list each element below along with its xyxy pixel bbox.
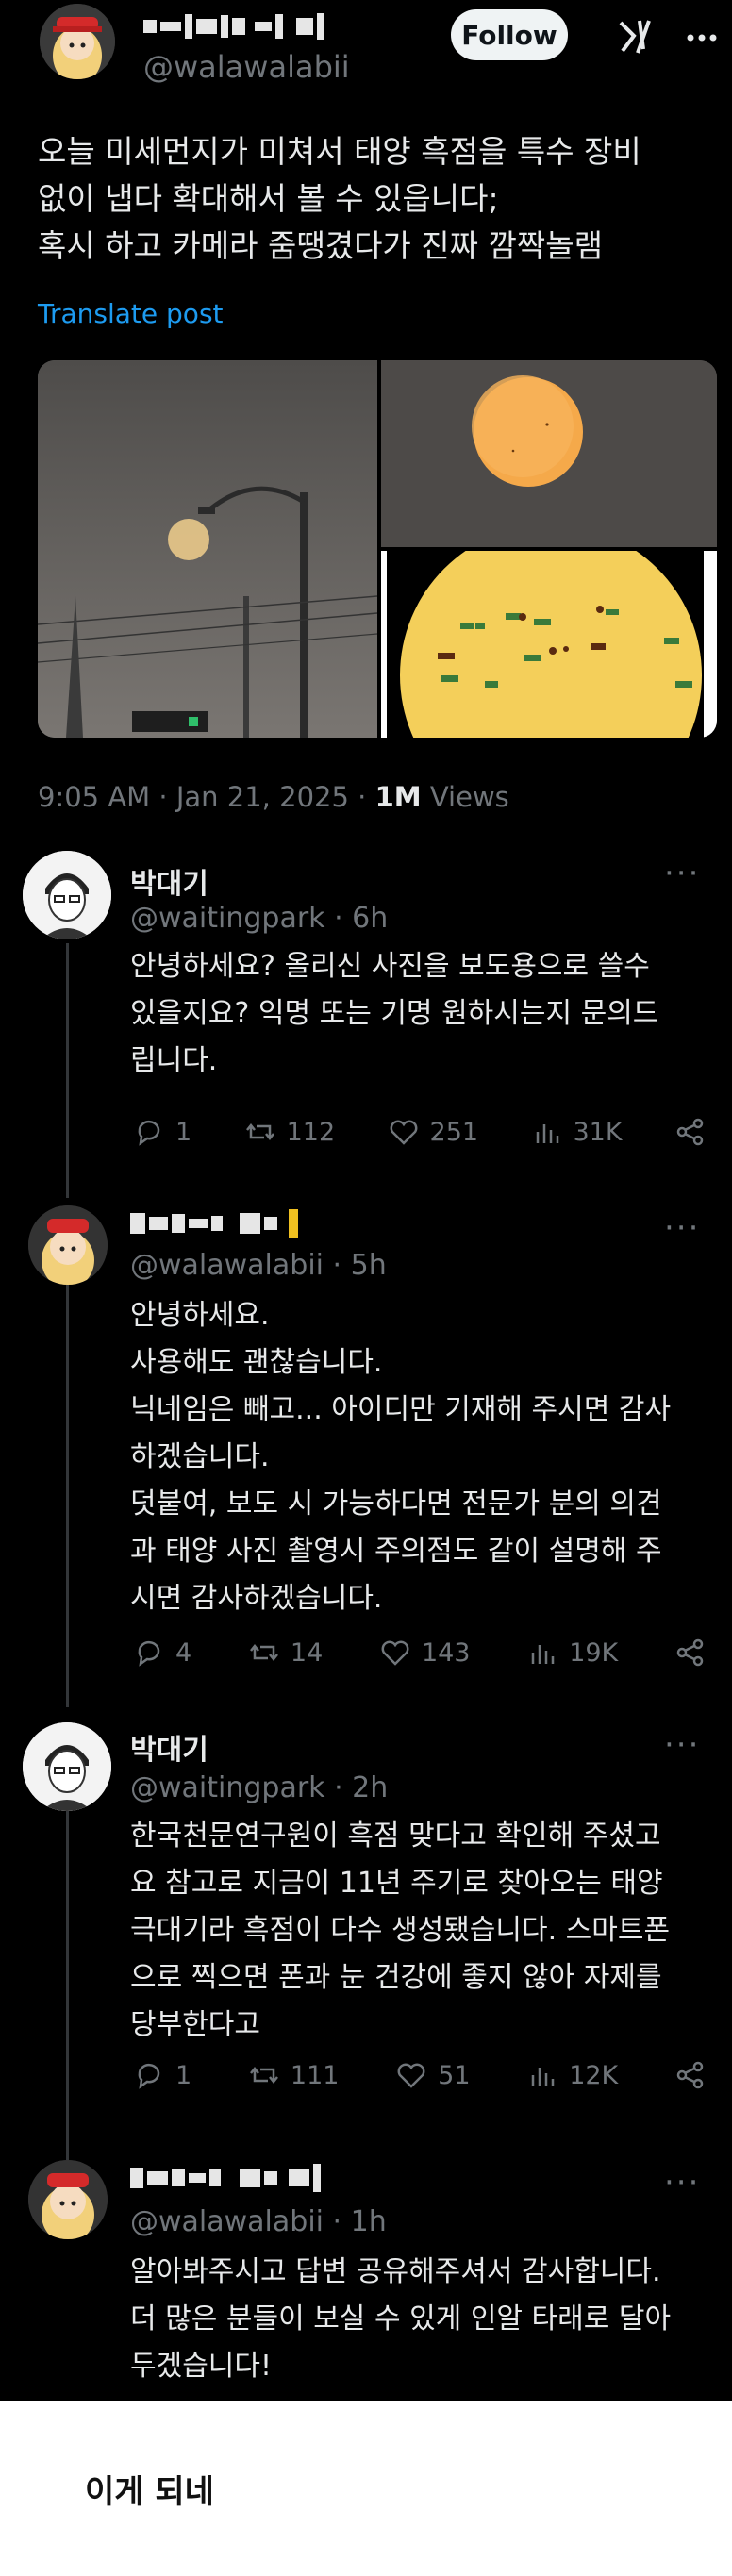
- analytics-icon: [531, 2068, 555, 2086]
- view-count: 19K: [569, 1637, 619, 1668]
- reply-age: 6h: [352, 902, 389, 935]
- reply-handle[interactable]: @waitingpark · 2h: [130, 1771, 388, 1804]
- reply-handle-text: @walawalabii: [130, 2205, 324, 2238]
- repost-icon: [245, 1122, 274, 1141]
- views-count: 1M: [374, 781, 422, 813]
- repost-button[interactable]: 111: [247, 2058, 340, 2092]
- reply-text: 안녕하세요? 올리신 사진을 보도용으로 쓸수 있을지요? 익명 또는 기명 원…: [130, 950, 659, 1077]
- reply-button[interactable]: 1: [132, 1115, 191, 1149]
- reply-icon: [138, 1120, 160, 1146]
- post-text: 오늘 미세먼지가 미쳐서 태양 흑점을 특수 장비 없이 냅다 확대해서 볼 수…: [38, 133, 641, 264]
- reply-text: 알아봐주시고 답변 공유해주셔서 감사합니다. 더 많은 분들이 보실 수 있게…: [130, 2255, 672, 2383]
- reply-more-icon[interactable]: ···: [664, 1209, 700, 1247]
- follow-button[interactable]: Follow: [451, 9, 568, 60]
- heart-icon: [397, 2063, 425, 2088]
- reply-more-icon[interactable]: ···: [664, 2164, 700, 2202]
- like-button[interactable]: 251: [387, 1115, 479, 1149]
- thread-line: [66, 1773, 69, 2160]
- reply-handle-text: @waitingpark: [130, 902, 325, 935]
- reply-handle[interactable]: @waitingpark · 6h: [130, 902, 388, 935]
- reply-actions: 1 112 251 31K: [132, 1113, 707, 1151]
- reply-handle-text: @waitingpark: [130, 1771, 325, 1804]
- photo-annotated-sunspots[interactable]: [381, 524, 717, 738]
- photo-grid: [38, 360, 717, 738]
- grok-icon[interactable]: [615, 15, 657, 57]
- share-button[interactable]: [674, 1636, 707, 1670]
- repost-icon: [249, 1643, 278, 1662]
- reply-actions: 4 14 143 19K: [132, 1634, 707, 1671]
- more-options-icon[interactable]: [683, 19, 721, 57]
- repost-button[interactable]: 112: [243, 1115, 336, 1149]
- translate-post-link[interactable]: Translate post: [38, 298, 224, 329]
- reply-handle-text: @walawalabii: [130, 1249, 324, 1282]
- analytics-icon: [536, 1124, 558, 1143]
- reply-icon: [138, 2063, 160, 2089]
- heart-icon: [390, 1120, 417, 1145]
- reply-actions: 1 111 51 12K: [132, 2056, 707, 2094]
- reply-handle[interactable]: @walawalabii · 1h: [130, 2205, 387, 2238]
- like-count: 143: [421, 1637, 471, 1668]
- views-button[interactable]: 12K: [525, 2058, 618, 2092]
- reply-author-name-blurred: [130, 2164, 321, 2192]
- reply-age: 1h: [350, 2205, 387, 2238]
- share-icon: [676, 2061, 704, 2089]
- reply-age: 2h: [352, 1771, 389, 1804]
- reply-avatar[interactable]: [23, 851, 111, 939]
- author-avatar[interactable]: [40, 4, 115, 79]
- reply-text: 한국천문연구원이 흑점 맞다고 확인해 주셨고 요 참고로 지금이 11년 주기…: [130, 1820, 671, 2041]
- analytics-icon: [531, 1645, 555, 1664]
- reply-button[interactable]: 1: [132, 2058, 191, 2092]
- reply-handle[interactable]: @walawalabii · 5h: [130, 1249, 387, 1282]
- views-button[interactable]: 31K: [530, 1115, 623, 1149]
- photo-hazy-street-sun[interactable]: [38, 360, 378, 738]
- view-count: 31K: [573, 1117, 623, 1147]
- photo-zoomed-sun[interactable]: [381, 360, 717, 547]
- reply-more-icon[interactable]: ···: [664, 855, 700, 892]
- repost-count: 111: [290, 2060, 340, 2090]
- thread-line: [66, 1264, 69, 1707]
- share-button[interactable]: [674, 1115, 707, 1149]
- reply-age: 5h: [350, 1249, 387, 1282]
- repost-count: 14: [290, 1637, 324, 1668]
- reply-more-icon[interactable]: ···: [664, 1726, 700, 1764]
- reply-author-name-blurred: [130, 1209, 298, 1238]
- reply-author-name[interactable]: 박대기: [130, 860, 208, 902]
- like-count: 51: [438, 2060, 471, 2090]
- post-caption: 이게 되네: [85, 2473, 214, 2511]
- reply-count: 1: [175, 2060, 192, 2090]
- like-button[interactable]: 143: [378, 1636, 471, 1670]
- reply-text: 안녕하세요. 사용해도 괜찮습니다. 닉네임은 빼고... 아이디만 기재해 주…: [130, 1299, 672, 1615]
- heart-icon: [381, 1640, 409, 1666]
- author-handle[interactable]: @walawalabii: [143, 49, 350, 85]
- share-icon: [676, 1638, 704, 1667]
- reply-count: 4: [175, 1637, 192, 1668]
- share-icon: [676, 1118, 704, 1146]
- repost-button[interactable]: 14: [247, 1636, 323, 1670]
- reply-avatar[interactable]: [23, 1722, 111, 1811]
- reply-button[interactable]: 4: [132, 1636, 191, 1670]
- reply-icon: [138, 1640, 160, 1667]
- like-button[interactable]: 51: [394, 2058, 471, 2092]
- thread-line: [66, 943, 69, 1198]
- views-label: Views: [421, 781, 509, 813]
- reply-count: 1: [175, 1117, 192, 1147]
- reply-author-name[interactable]: 박대기: [130, 1726, 208, 1768]
- repost-count: 112: [286, 1117, 336, 1147]
- view-count: 12K: [569, 2060, 619, 2090]
- views-button[interactable]: 19K: [525, 1636, 618, 1670]
- reply-avatar[interactable]: [28, 2160, 108, 2239]
- like-count: 251: [429, 1117, 479, 1147]
- repost-icon: [249, 2066, 278, 2085]
- share-button[interactable]: [674, 2058, 707, 2092]
- reply-avatar[interactable]: [28, 1205, 108, 1285]
- post-time: 9:05 AM · Jan 21, 2025 ·: [38, 781, 375, 813]
- author-name-blurred: [143, 13, 324, 40]
- post-timestamp[interactable]: 9:05 AM · Jan 21, 2025 · 1M Views: [38, 781, 509, 813]
